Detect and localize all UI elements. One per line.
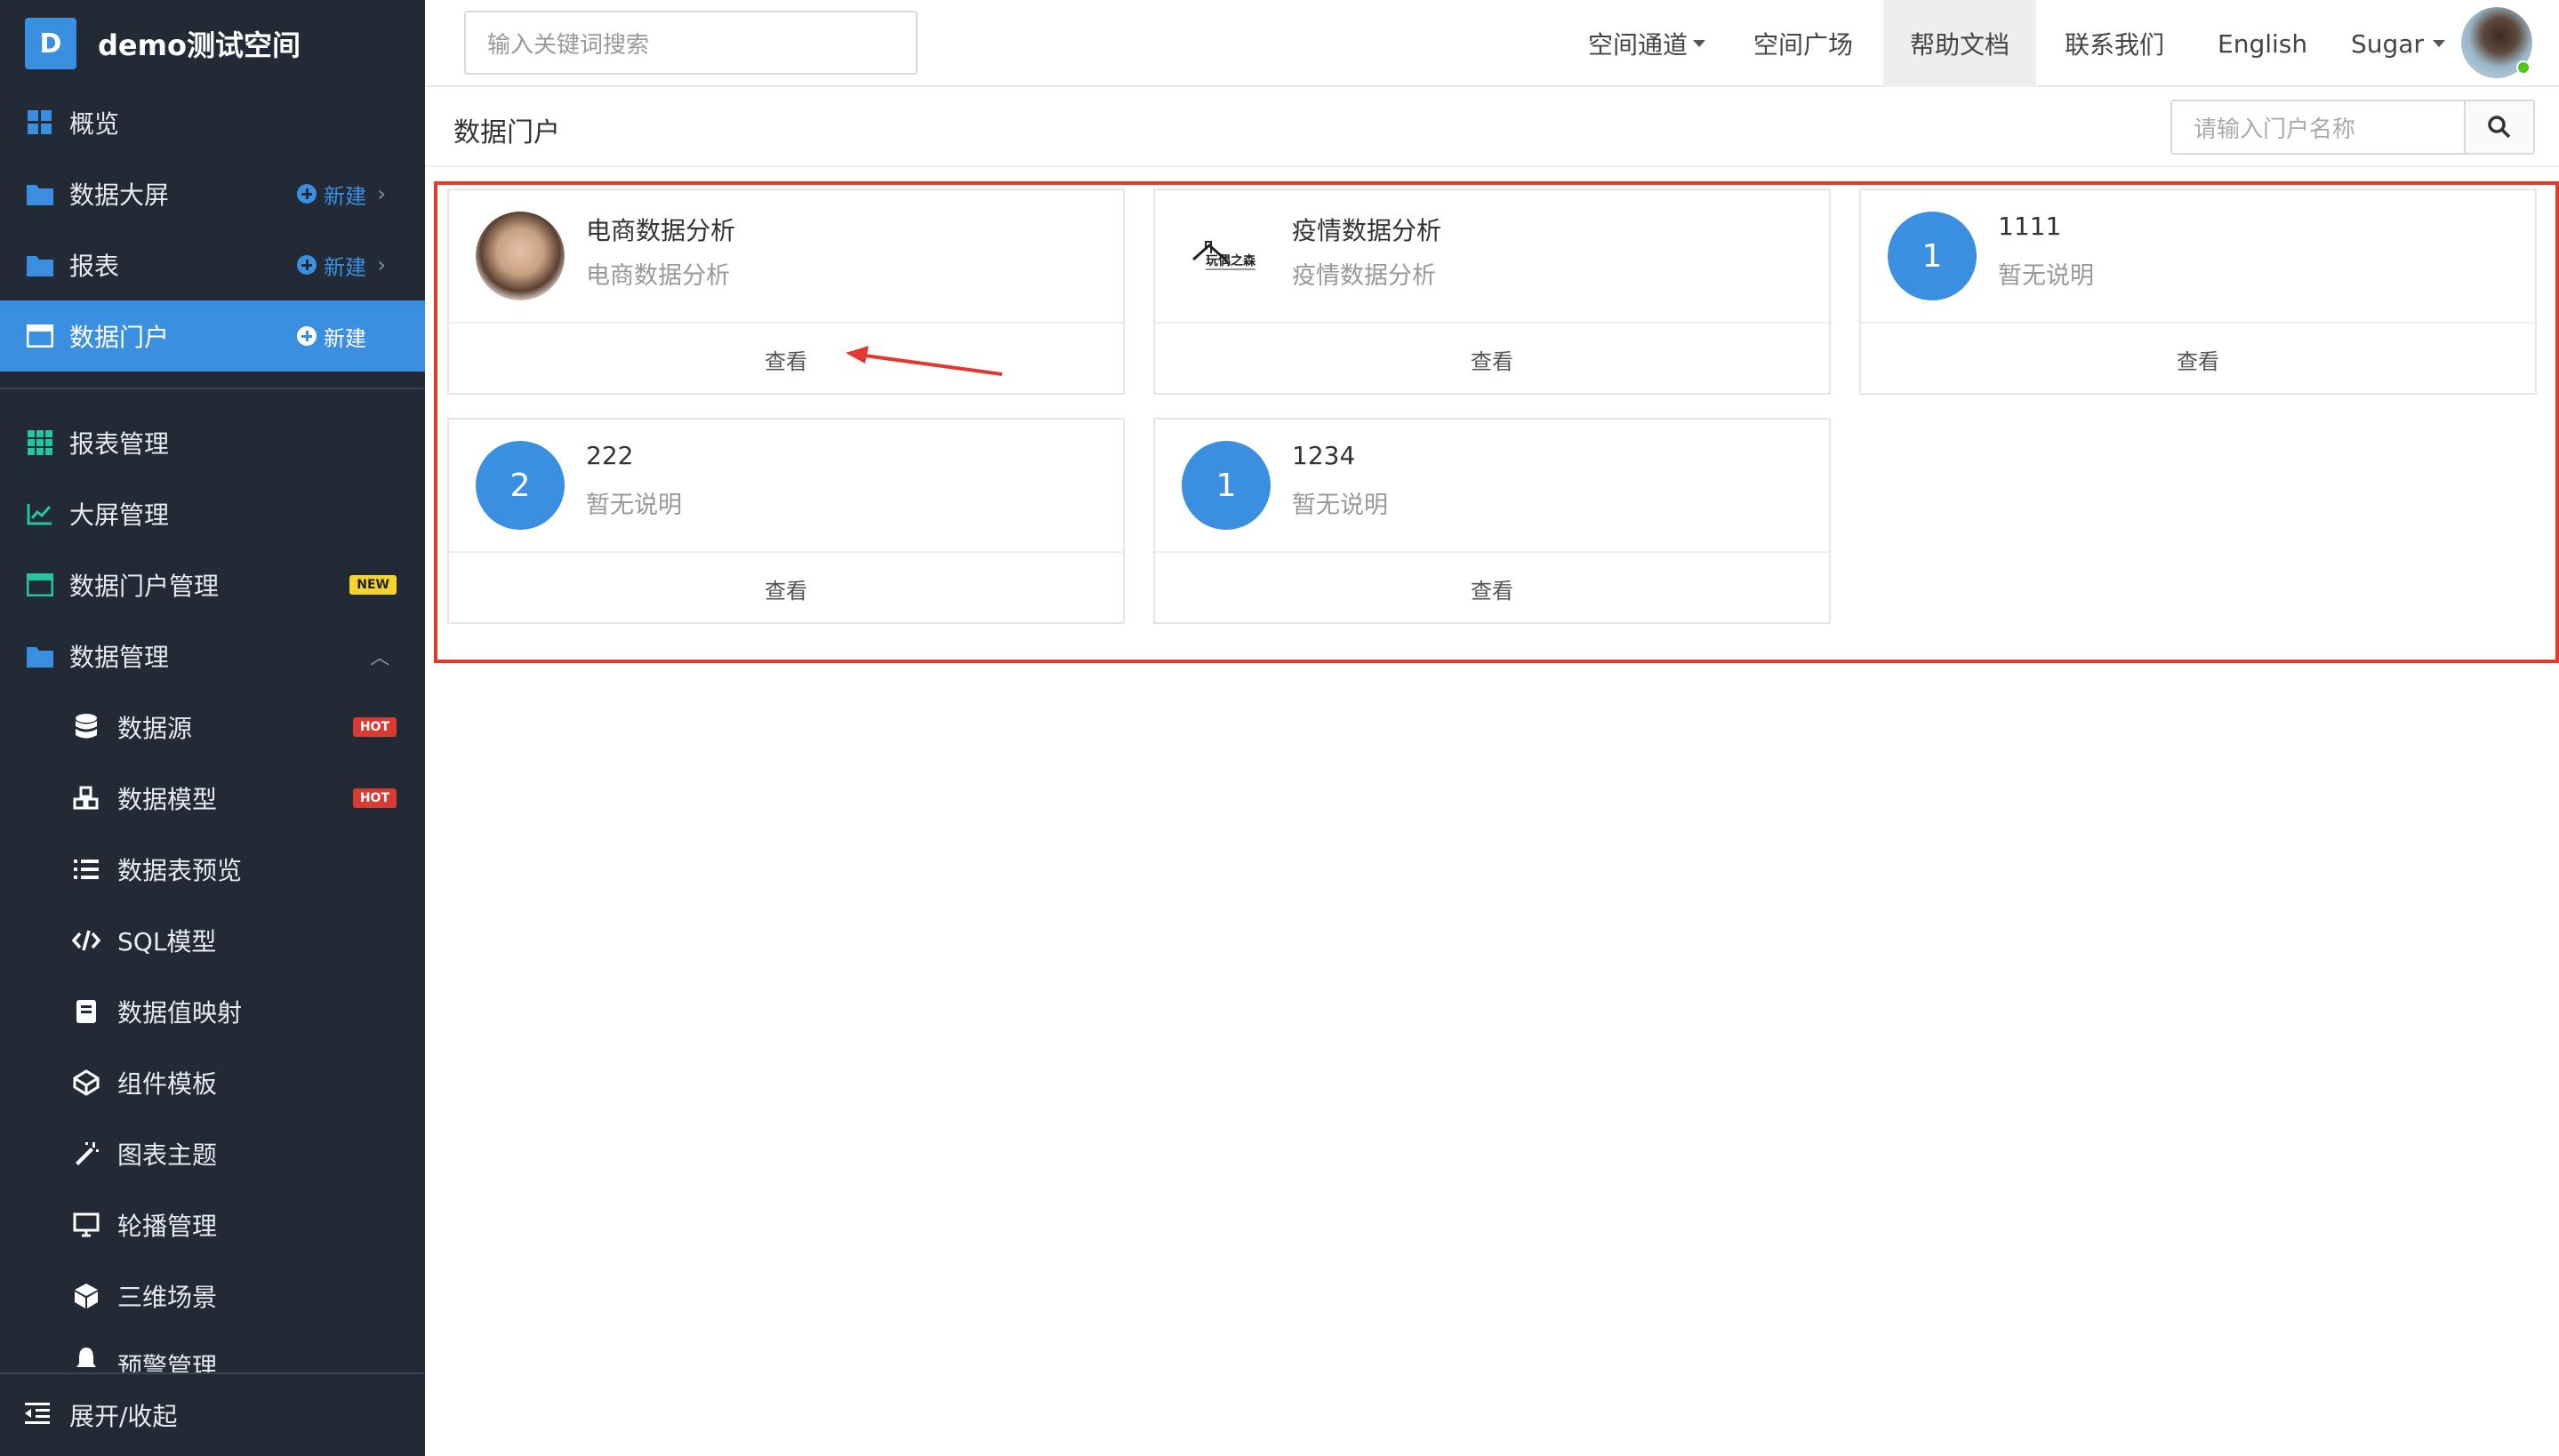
- new-data-screen-button[interactable]: 新建: [297, 179, 366, 210]
- sidebar-item-label: SQL模型: [117, 927, 217, 956]
- caret-down-icon: [2432, 40, 2445, 47]
- sidebar-item-label: 数据模型: [117, 785, 218, 814]
- nav-contact-us[interactable]: 联系我们: [2049, 0, 2180, 87]
- caret-down-icon: [1693, 40, 1706, 47]
- sidebar-item-label: 大屏管理: [69, 500, 170, 530]
- sidebar-item-label: 组件模板: [117, 1069, 218, 1099]
- nav-help-docs[interactable]: 帮助文档: [1883, 0, 2036, 87]
- chevron-right-icon: ›: [377, 252, 386, 277]
- codepen-icon: [71, 1068, 101, 1098]
- sidebar-divider: [0, 388, 425, 389]
- sidebar-item-data-screen[interactable]: 数据大屏 新建 ›: [0, 158, 425, 229]
- online-status-dot: [2516, 60, 2531, 75]
- sidebar-item-label: 数据门户管理: [69, 572, 220, 601]
- plus-circle-icon: [297, 326, 317, 346]
- window-icon: [25, 321, 55, 351]
- grid-icon: [25, 428, 55, 458]
- folder-icon: [25, 641, 55, 671]
- cubes-icon: [71, 783, 101, 813]
- sidebar-item-label: 预警管理: [117, 1352, 218, 1372]
- hot-badge: HOT: [352, 717, 397, 737]
- outdent-icon: [25, 1401, 50, 1430]
- annotation-arrow: [846, 346, 1003, 376]
- sidebar-item-3d-scene[interactable]: 三维场景: [0, 1260, 425, 1332]
- search-button[interactable]: [2464, 101, 2533, 153]
- line-chart-icon: [25, 499, 55, 529]
- new-data-portal-button[interactable]: 新建: [297, 321, 366, 352]
- sidebar-item-report[interactable]: 报表 新建 ›: [0, 229, 425, 300]
- sidebar-item-label: 数据值映射: [117, 998, 243, 1028]
- code-icon: [71, 925, 101, 956]
- sidebar-item-label: 三维场景: [117, 1283, 218, 1312]
- portal-search: 请输入门户名称: [2170, 100, 2535, 155]
- nav-space-square[interactable]: 空间广场: [1737, 0, 1869, 87]
- sidebar-item-table-preview[interactable]: 数据表预览: [0, 834, 425, 905]
- folder-icon: [25, 179, 55, 209]
- sidebar-item-label: 图表主题: [117, 1140, 218, 1170]
- chevron-right-icon: ›: [377, 181, 386, 206]
- cube-icon: [71, 1281, 101, 1311]
- plus-circle-icon: [297, 255, 317, 275]
- new-report-button[interactable]: 新建: [297, 250, 366, 281]
- brand-logo: D: [25, 18, 76, 69]
- sidebar-item-carousel-management[interactable]: 轮播管理: [0, 1189, 425, 1260]
- sidebar-item-label: 数据源: [117, 714, 193, 743]
- user-menu[interactable]: Sugar: [2335, 0, 2461, 87]
- collapse-label: 展开/收起: [69, 1402, 178, 1431]
- book-icon: [71, 996, 101, 1027]
- sidebar-item-data-portal[interactable]: 数据门户 新建: [0, 300, 425, 372]
- bell-icon: [71, 1344, 101, 1372]
- top-bar: 输入关键词搜索 空间通道 空间广场 帮助文档 联系我们 English Suga…: [425, 0, 2559, 87]
- sidebar-item-data-model[interactable]: 数据模型 HOT: [0, 763, 425, 834]
- nav-space-channel[interactable]: 空间通道: [1572, 0, 1721, 87]
- database-icon: [71, 712, 101, 742]
- plus-circle-icon: [297, 184, 317, 204]
- sidebar-item-label: 报表: [69, 252, 120, 281]
- sidebar-item-data-source[interactable]: 数据源 HOT: [0, 692, 425, 763]
- sidebar-item-screen-management[interactable]: 大屏管理: [0, 478, 425, 549]
- search-icon: [2488, 116, 2511, 139]
- magic-wand-icon: [71, 1139, 101, 1169]
- chevron-up-icon: ︿: [369, 647, 389, 669]
- dashboard-icon: [25, 108, 55, 138]
- sidebar-item-label: 数据大屏: [69, 180, 170, 210]
- sidebar-item-label: 报表管理: [69, 429, 170, 459]
- page-title: 数据门户: [453, 117, 560, 148]
- sidebar-item-label: 轮播管理: [117, 1212, 218, 1241]
- hot-badge: HOT: [352, 788, 397, 808]
- header-divider: [425, 165, 2559, 167]
- sidebar-item-sql-model[interactable]: SQL模型: [0, 905, 425, 976]
- list-icon: [71, 854, 101, 884]
- sidebar-item-data-portal-management[interactable]: 数据门户管理 NEW: [0, 549, 425, 620]
- sidebar-item-data-management[interactable]: 数据管理 ︿: [0, 620, 425, 692]
- sidebar-item-chart-theme[interactable]: 图表主题: [0, 1118, 425, 1189]
- sidebar-item-value-mapping[interactable]: 数据值映射: [0, 976, 425, 1047]
- sidebar-item-component-template[interactable]: 组件模板: [0, 1047, 425, 1118]
- sidebar-item-alert-management[interactable]: 预警管理: [0, 1332, 425, 1372]
- global-search-input[interactable]: 输入关键词搜索: [464, 11, 918, 75]
- new-badge: NEW: [349, 575, 397, 595]
- sidebar-item-label: 概览: [69, 109, 120, 139]
- sidebar-item-label: 数据管理: [69, 643, 170, 672]
- portal-search-input[interactable]: 请输入门户名称: [2172, 101, 2464, 153]
- brand[interactable]: D demo测试空间: [0, 0, 425, 87]
- sidebar-item-label: 数据门户: [69, 323, 170, 352]
- monitor-icon: [71, 1210, 101, 1240]
- sidebar-item-overview[interactable]: 概览: [0, 87, 425, 158]
- nav-english[interactable]: English: [2202, 0, 2323, 87]
- highlight-box: [434, 181, 2559, 663]
- sidebar: D demo测试空间 概览 数据大屏 新建 › 报表 新建 › 数据门户 新建: [0, 0, 425, 1456]
- brand-name: demo测试空间: [98, 28, 301, 62]
- collapse-toggle[interactable]: 展开/收起: [0, 1372, 425, 1456]
- sidebar-item-label: 数据表预览: [117, 856, 243, 885]
- folder-icon: [25, 250, 55, 280]
- window-icon: [25, 570, 55, 600]
- sidebar-item-report-management[interactable]: 报表管理: [0, 407, 425, 478]
